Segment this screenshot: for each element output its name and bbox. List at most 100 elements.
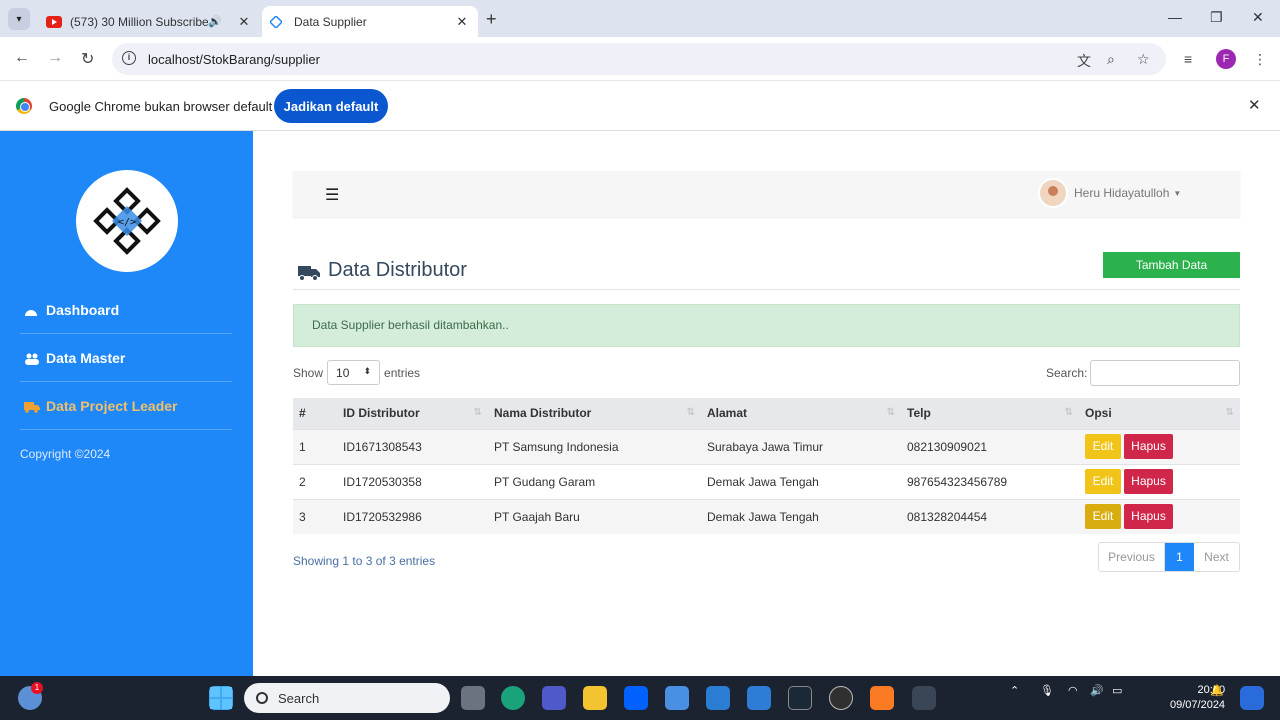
translate-icon[interactable]: 文 xyxy=(1077,51,1091,71)
menu-dots-icon[interactable]: ⋮ xyxy=(1253,51,1267,68)
set-default-button[interactable]: Jadikan default xyxy=(274,89,388,123)
svg-text:</>: </> xyxy=(118,217,136,228)
chrome-taskbar-icon[interactable] xyxy=(912,686,936,710)
sidebar-item-data-master[interactable]: Data Master xyxy=(24,350,125,366)
volume-icon[interactable]: 🔊 xyxy=(1090,684,1104,697)
teams-icon[interactable] xyxy=(542,686,566,710)
zoom-icon[interactable]: ⌕ xyxy=(1107,51,1115,68)
hamburger-menu-icon[interactable]: ☰ xyxy=(325,185,339,205)
delete-button[interactable]: Hapus xyxy=(1124,469,1173,494)
taskbar-search[interactable]: Search xyxy=(244,683,450,713)
address-bar-row: ← → ↻ i localhost/StokBarang/supplier 文 … xyxy=(0,37,1280,81)
previous-page-button[interactable]: Previous xyxy=(1099,543,1165,571)
entries-select[interactable]: 10 ⬍ xyxy=(327,360,381,385)
clock-date: 09/07/2024 xyxy=(1170,699,1226,711)
cell-name: PT Gudang Garam xyxy=(488,463,701,499)
vscode-icon[interactable] xyxy=(747,686,771,710)
column-header-options[interactable]: Opsi ⇅ xyxy=(1079,398,1240,429)
column-header-name[interactable]: Nama Distributor ⇅ xyxy=(488,398,701,429)
bookmark-star-icon[interactable]: ☆ xyxy=(1137,51,1150,68)
next-page-button[interactable]: Next xyxy=(1194,543,1239,571)
speaker-icon[interactable]: 🔊 xyxy=(208,15,222,28)
sort-icon: ⇅ xyxy=(886,407,895,418)
tab-youtube[interactable]: (573) 30 Million Subscriber 🔊 ✕ xyxy=(38,6,260,37)
edit-button[interactable]: Edit xyxy=(1085,434,1121,459)
column-header-address[interactable]: Alamat ⇅ xyxy=(701,398,901,429)
forward-icon[interactable]: → xyxy=(47,49,63,67)
tab-title: (573) 30 Million Subscriber xyxy=(70,14,209,29)
close-tab-icon[interactable]: ✕ xyxy=(454,14,470,30)
obs-icon[interactable] xyxy=(829,686,853,710)
tab-data-supplier[interactable]: Data Supplier ✕ xyxy=(262,6,478,37)
cell-name: PT Samsung Indonesia xyxy=(488,428,701,464)
users-icon xyxy=(24,352,40,365)
minimize-icon[interactable]: — xyxy=(1168,9,1182,25)
page-title-text: Data Distributor xyxy=(328,259,467,281)
xampp-icon[interactable] xyxy=(870,686,894,710)
cell-address: Surabaya Jawa Timur xyxy=(701,428,901,464)
tab-search-button[interactable]: ▾ xyxy=(8,8,30,30)
sidebar-divider xyxy=(20,381,232,382)
delete-button[interactable]: Hapus xyxy=(1124,434,1173,459)
truck-icon xyxy=(24,400,40,413)
column-header-phone[interactable]: Telp ⇅ xyxy=(901,398,1079,429)
entries-label: entries xyxy=(384,365,421,380)
cell-phone: 082130909021 xyxy=(901,428,1079,464)
wifi-icon[interactable]: ◠ xyxy=(1068,684,1078,697)
close-window-icon[interactable]: ✕ xyxy=(1252,9,1264,26)
close-tab-icon[interactable]: ✕ xyxy=(236,14,252,30)
notification-bell-icon[interactable]: 🔔 xyxy=(1210,684,1224,697)
url-field[interactable]: i localhost/StokBarang/supplier xyxy=(112,43,1166,75)
column-header-number[interactable]: # xyxy=(293,398,337,429)
microphone-icon[interactable]: 🎙 xyxy=(1040,684,1054,697)
mail-icon[interactable] xyxy=(706,686,730,710)
youtube-icon xyxy=(46,15,62,28)
mysql-workbench-icon[interactable] xyxy=(665,686,689,710)
user-name: Heru Hidayatulloh xyxy=(1074,186,1170,200)
battery-icon[interactable]: ▭ xyxy=(1112,684,1122,697)
delete-button[interactable]: Hapus xyxy=(1124,504,1173,530)
cell-phone: 987654323456789 xyxy=(901,463,1079,499)
show-label: Show xyxy=(293,365,324,380)
search-input[interactable] xyxy=(1090,360,1240,386)
sidebar-item-dashboard[interactable]: Dashboard xyxy=(24,302,119,318)
sort-icon: ⇅ xyxy=(1225,407,1234,418)
pagination: Previous 1 Next xyxy=(1098,542,1240,572)
add-data-button[interactable]: Tambah Data xyxy=(1103,252,1240,278)
close-infobar-icon[interactable]: ✕ xyxy=(1248,96,1261,114)
user-menu[interactable]: Heru Hidayatulloh ▼ xyxy=(1038,178,1181,208)
dropbox-icon[interactable] xyxy=(624,686,648,710)
back-icon[interactable]: ← xyxy=(14,49,30,67)
new-tab-icon[interactable]: + xyxy=(486,9,497,30)
entries-length-control: Show 10 ⬍ entries xyxy=(293,360,420,385)
site-info-icon[interactable]: i xyxy=(122,51,136,65)
reload-icon[interactable]: ↻ xyxy=(81,49,94,69)
main-content: ☰ Heru Hidayatulloh ▼ Data Distributor T… xyxy=(253,131,1280,676)
steam-icon[interactable] xyxy=(788,686,812,710)
sort-icon: ⇅ xyxy=(1064,407,1073,418)
sidebar-item-project-leader[interactable]: Data Project Leader xyxy=(24,398,178,414)
tray-overflow-icon[interactable]: ⌃ xyxy=(1010,684,1019,697)
table-row: 1 ID1671308543 PT Samsung Indonesia Sura… xyxy=(293,428,1240,464)
sidebar: </> Dashboard Data Master Data Project L… xyxy=(0,131,253,676)
taskbar-search-placeholder: Search xyxy=(278,690,320,706)
edge-icon[interactable] xyxy=(501,686,525,710)
profile-avatar[interactable]: F xyxy=(1216,49,1236,69)
copilot-icon[interactable] xyxy=(1240,686,1264,710)
cell-name: PT Gaajah Baru xyxy=(488,498,701,534)
app-logo: </> xyxy=(76,170,178,272)
edit-button[interactable]: Edit xyxy=(1085,469,1121,494)
maximize-icon[interactable]: ❐ xyxy=(1210,9,1223,26)
column-header-id[interactable]: ID Distributor ⇅ xyxy=(337,398,488,429)
task-view-icon[interactable] xyxy=(461,686,485,710)
media-control-icon[interactable]: ≡ xyxy=(1184,51,1192,67)
file-explorer-icon[interactable] xyxy=(583,686,607,710)
url-text: localhost/StokBarang/supplier xyxy=(148,51,320,67)
edit-button[interactable]: Edit xyxy=(1085,504,1121,530)
avatar xyxy=(1038,178,1068,208)
sidebar-divider xyxy=(20,333,232,334)
page-1-button[interactable]: 1 xyxy=(1165,543,1194,571)
browser-tab-strip: ▾ (573) 30 Million Subscriber 🔊 ✕ Data S… xyxy=(0,0,1280,37)
windows-start-icon[interactable] xyxy=(209,686,233,710)
select-arrow-icon: ⬍ xyxy=(363,366,372,376)
